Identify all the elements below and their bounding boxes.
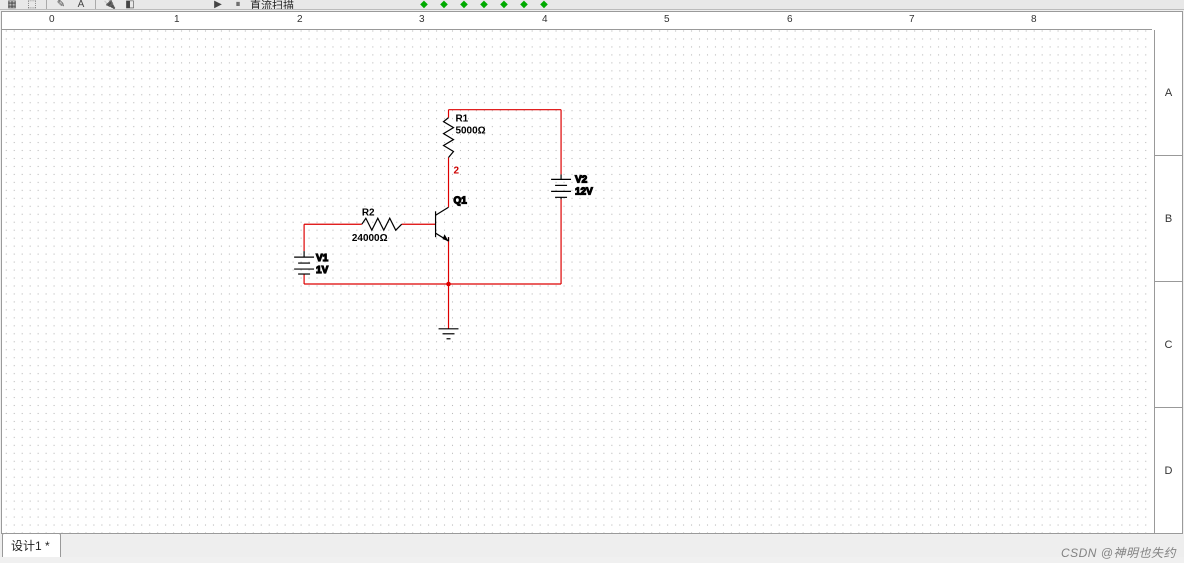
tool-icon[interactable]: ◧: [122, 0, 138, 10]
ruler-tick: 3: [419, 14, 425, 25]
r1-value: 5000Ω: [455, 126, 485, 137]
net-label-2: 2: [453, 165, 459, 176]
tab-label: 设计1 *: [11, 539, 50, 553]
toolbar: ▦ ⬚ ✎ A 🔌 ◧ ▶ ⏸ 直流扫描 ◆ ◆ ◆ ◆ ◆ ◆ ◆: [0, 0, 1184, 10]
tab-bar: 设计1 *: [0, 535, 1184, 557]
q1-name: Q1: [453, 195, 467, 206]
zone-strip: A B C D: [1154, 30, 1182, 533]
ruler-tick: 8: [1031, 14, 1037, 25]
canvas-area[interactable]: 0 1 2 3 4 5 6 7 8 A B C D: [2, 12, 1182, 533]
design-tab[interactable]: 设计1 *: [2, 533, 61, 557]
tool-icon[interactable]: A: [73, 0, 89, 10]
zone-label: D: [1155, 408, 1182, 533]
v2-name: V2: [575, 174, 588, 185]
green-tool-icon[interactable]: ◆: [496, 0, 512, 10]
ruler-tick: 6: [787, 14, 793, 25]
green-tool-icon[interactable]: ◆: [456, 0, 472, 10]
green-tool-icon[interactable]: ◆: [476, 0, 492, 10]
schematic-svg[interactable]: R1 5000Ω 2 Q1 R2 240: [2, 30, 1154, 533]
v2-value: 12V: [575, 186, 593, 197]
ruler-horizontal: 0 1 2 3 4 5 6 7 8: [2, 12, 1152, 30]
play-icon[interactable]: ▶: [210, 0, 226, 10]
green-tool-icon[interactable]: ◆: [416, 0, 432, 10]
r2-value: 24000Ω: [352, 233, 388, 244]
green-tool-icon[interactable]: ◆: [536, 0, 552, 10]
tool-icon[interactable]: 🔌: [102, 0, 118, 10]
green-tool-icon[interactable]: ◆: [516, 0, 532, 10]
main-panel: 0 1 2 3 4 5 6 7 8 A B C D: [1, 11, 1183, 534]
ruler-tick: 2: [297, 14, 303, 25]
ruler-tick: 7: [909, 14, 915, 25]
zone-label: C: [1155, 282, 1182, 408]
tool-icon[interactable]: ⬚: [24, 0, 40, 10]
ruler-tick: 5: [664, 14, 670, 25]
schematic-canvas[interactable]: R1 5000Ω 2 Q1 R2 240: [2, 30, 1154, 533]
r1-name: R1: [455, 114, 468, 125]
v1-value: 1V: [316, 265, 329, 276]
zone-label: B: [1155, 156, 1182, 282]
analysis-mode-label: 直流扫描: [250, 0, 294, 10]
v1-name: V1: [316, 253, 329, 264]
ruler-tick: 1: [174, 14, 180, 25]
pause-icon[interactable]: ⏸: [230, 0, 246, 10]
ruler-tick: 0: [49, 14, 55, 25]
r2-name: R2: [362, 207, 375, 218]
watermark: CSDN @神明也失约: [1061, 544, 1176, 561]
tool-icon[interactable]: ▦: [4, 0, 20, 10]
tool-icon[interactable]: ✎: [53, 0, 69, 10]
green-tool-icon[interactable]: ◆: [436, 0, 452, 10]
zone-label: A: [1155, 30, 1182, 156]
ruler-tick: 4: [542, 14, 548, 25]
